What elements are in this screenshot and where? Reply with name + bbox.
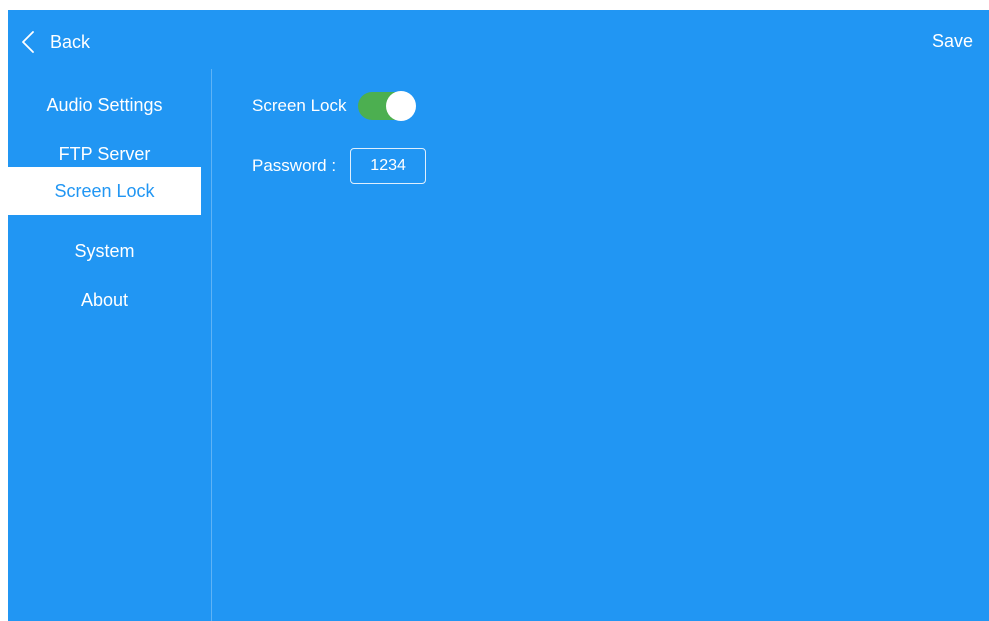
password-row: Password :	[252, 147, 427, 185]
settings-sidebar: Audio Settings FTP Server Screen Lock Sy…	[8, 69, 212, 621]
toggle-knob	[385, 91, 416, 121]
screen-lock-row: Screen Lock	[252, 91, 416, 121]
sidebar-item-system[interactable]: System	[8, 227, 201, 275]
chevron-left-icon	[22, 31, 34, 53]
sidebar-item-about[interactable]: About	[8, 276, 201, 324]
password-input[interactable]	[350, 148, 427, 184]
screen-lock-toggle[interactable]	[357, 91, 416, 121]
password-label: Password :	[252, 156, 337, 175]
save-button[interactable]: Save	[932, 30, 973, 52]
screen-lock-panel: Screen Lock Password :	[211, 69, 989, 621]
top-bar: Back Save	[8, 10, 989, 69]
screen-lock-label: Screen Lock	[252, 96, 347, 115]
settings-screen: Back Save Audio Settings FTP Server Scre…	[8, 10, 989, 621]
back-button[interactable]: Back	[22, 28, 90, 56]
back-label: Back	[50, 32, 91, 52]
sidebar-item-screen-lock[interactable]: Screen Lock	[8, 167, 201, 215]
sidebar-item-audio-settings[interactable]: Audio Settings	[8, 81, 201, 129]
